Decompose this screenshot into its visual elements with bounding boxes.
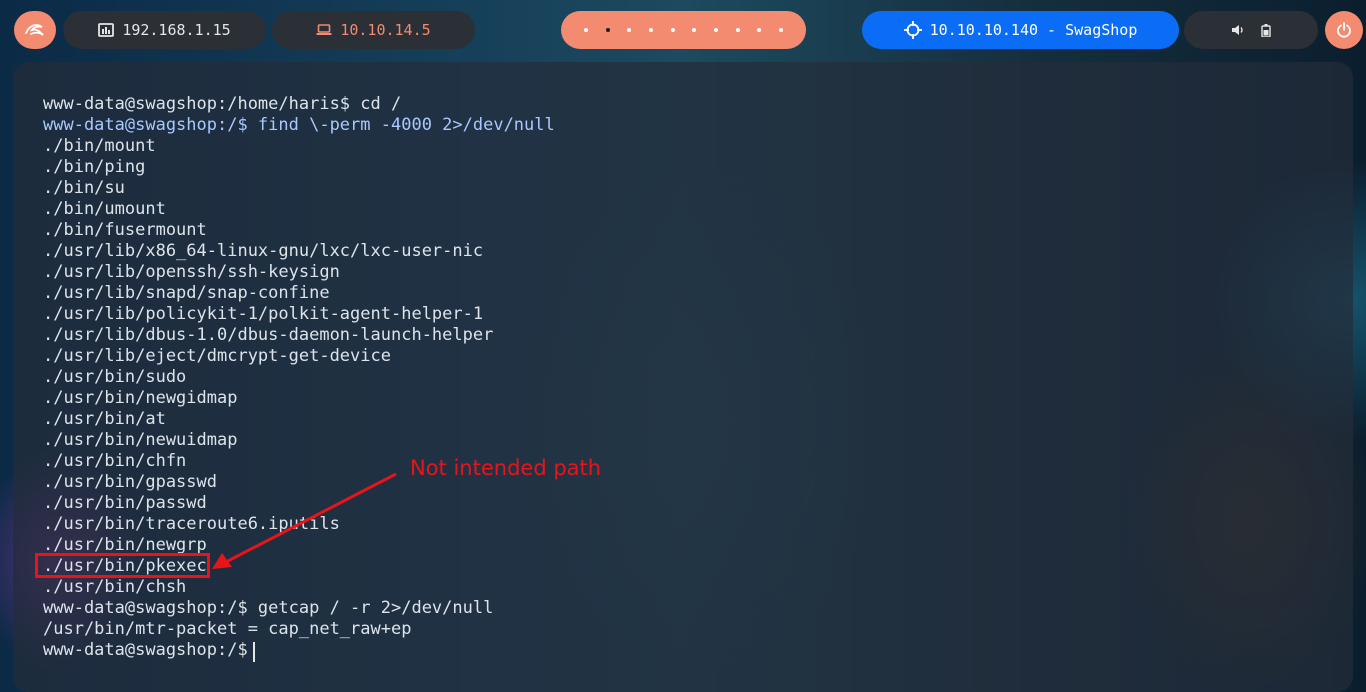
terminal-line: ./usr/bin/passwd (43, 493, 207, 513)
system-tray (1184, 11, 1318, 49)
workspace-dot-10[interactable] (779, 28, 784, 32)
terminal-line: ./bin/su (43, 178, 125, 198)
power-button[interactable] (1325, 11, 1363, 49)
workspace-dot-9[interactable] (757, 28, 762, 32)
crosshair-icon (903, 21, 922, 39)
terminal-line: ./usr/bin/at (43, 409, 166, 429)
terminal-line: www-data@swagshop:/$ (43, 640, 258, 660)
workspace-dot-1[interactable] (583, 28, 588, 32)
terminal-line: ./bin/mount (43, 136, 156, 156)
host-ip-text: 192.168.1.15 (122, 21, 231, 39)
host-ip-widget[interactable]: 192.168.1.15 (63, 11, 266, 49)
terminal-window[interactable]: www-data@swagshop:/home/haris$ cd / www-d… (13, 62, 1353, 692)
target-text: 10.10.10.140 - SwagShop (929, 21, 1138, 39)
battery-icon[interactable] (1261, 23, 1271, 37)
workspace-dot-2[interactable] (605, 28, 610, 32)
target-widget[interactable]: 10.10.10.140 - SwagShop (862, 11, 1179, 49)
terminal-line: ./usr/bin/sudo (43, 367, 187, 387)
highlight-box (35, 553, 210, 578)
laptop-icon (316, 24, 332, 36)
top-bar: 192.168.1.15 10.10.14.5 10.10.10.140 - S… (0, 0, 1366, 60)
terminal-line: www-data@swagshop:/home/haris$ cd / (43, 94, 402, 114)
terminal-line: ./bin/umount (43, 199, 166, 219)
vpn-ip-text: 10.10.14.5 (340, 21, 431, 39)
workspace-dot-5[interactable] (670, 28, 675, 32)
terminal-line: /usr/bin/mtr-packet = cap_net_raw+ep (43, 619, 412, 639)
workspace-dot-4[interactable] (648, 28, 653, 32)
monitor-chart-icon (98, 23, 115, 37)
workspace-switcher[interactable] (561, 11, 806, 49)
kali-dragon-icon (24, 21, 46, 39)
speaker-icon[interactable] (1231, 24, 1245, 36)
vpn-ip-widget[interactable]: 10.10.14.5 (272, 11, 475, 49)
terminal-line: www-data@swagshop:/$ find \-perm -4000 2… (43, 115, 555, 135)
terminal-line: www-data@swagshop:/$ getcap / -r 2>/dev/… (43, 598, 494, 618)
workspace-dot-7[interactable] (713, 28, 718, 32)
text-cursor (253, 642, 255, 662)
annotation-label: Not intended path (410, 456, 602, 480)
terminal-line: ./usr/bin/chsh (43, 577, 187, 597)
terminal-line: ./usr/lib/openssh/ssh-keysign (43, 262, 340, 282)
terminal-line: ./usr/lib/snapd/snap-confine (43, 283, 330, 303)
terminal-line: ./usr/lib/dbus-1.0/dbus-daemon-launch-he… (43, 325, 494, 345)
terminal-line: ./usr/bin/newgidmap (43, 388, 238, 408)
terminal-line: ./usr/bin/traceroute6.iputils (43, 514, 340, 534)
terminal-line: ./usr/lib/eject/dmcrypt-get-device (43, 346, 391, 366)
terminal-line: ./bin/ping (43, 157, 146, 177)
terminal-line: ./usr/bin/newuidmap (43, 430, 238, 450)
workspace-dot-6[interactable] (692, 28, 697, 32)
launcher-button[interactable] (14, 11, 56, 49)
terminal-line: ./usr/lib/x86_64-linux-gnu/lxc/lxc-user-… (43, 241, 484, 261)
workspace-dot-3[interactable] (627, 28, 632, 32)
terminal-line: ./usr/lib/policykit-1/polkit-agent-helpe… (43, 304, 484, 324)
workspace-dot-8[interactable] (735, 28, 740, 32)
terminal-line: ./bin/fusermount (43, 220, 207, 240)
power-icon (1336, 22, 1352, 38)
